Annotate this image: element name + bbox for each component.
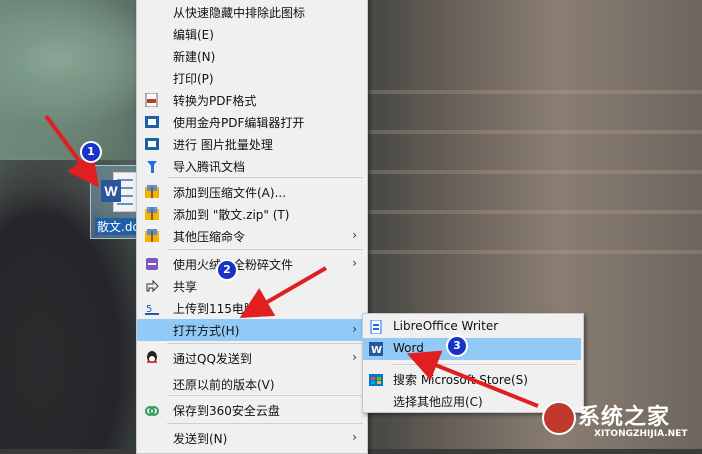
annotation-arrow-3	[406, 350, 539, 408]
watermark-url: XITONGZHIJIA.NET	[594, 429, 688, 439]
annotation-overlay	[44, 114, 539, 408]
step-badge-3: 3	[446, 335, 468, 357]
watermark: 系统之家 XITONGZHIJIA.NET	[538, 395, 702, 449]
annotation-arrow-2	[239, 266, 328, 319]
step-badge-1: 1	[80, 141, 102, 163]
watermark-title: 系统之家	[578, 405, 671, 430]
step-badge-2: 2	[216, 259, 238, 281]
watermark-logo-icon	[542, 401, 576, 435]
